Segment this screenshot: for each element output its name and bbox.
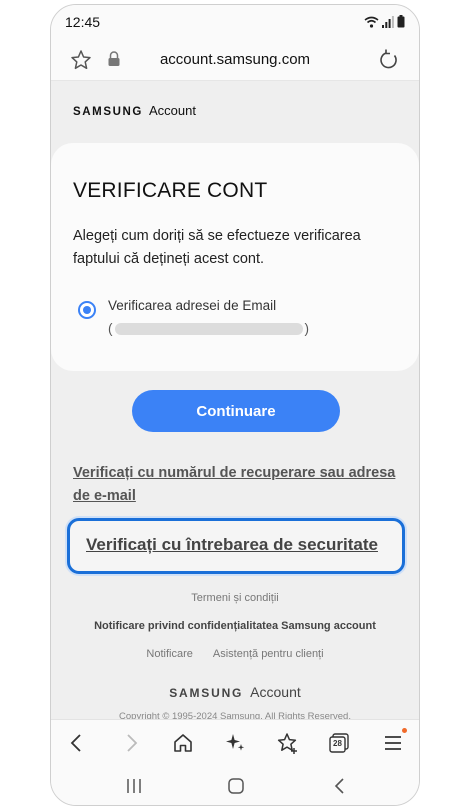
- web-content: SAMSUNG Account VERIFICARE CONT Alegeți …: [51, 81, 419, 719]
- blurred-email: [114, 322, 303, 335]
- masked-email: ( ): [108, 321, 309, 336]
- verify-recovery-link[interactable]: Verificați cu numărul de recuperare sau …: [73, 462, 403, 508]
- browser-toolbar: 28: [51, 719, 419, 765]
- terms-link[interactable]: Termeni și condiții: [51, 592, 419, 604]
- back-nav-icon[interactable]: [329, 775, 351, 797]
- bookmarks-icon[interactable]: [275, 731, 299, 755]
- footer-links: Notificare Asistență pentru clienți: [51, 648, 419, 660]
- security-question-highlight: Verificați cu întrebarea de securitate: [67, 518, 405, 574]
- tabs-count: 28: [333, 739, 342, 748]
- status-icons: [364, 15, 405, 28]
- back-icon[interactable]: [65, 731, 89, 755]
- verify-security-question-link[interactable]: Verificați cu întrebarea de securitate: [86, 535, 378, 555]
- address-bar: account.samsung.com: [51, 39, 419, 81]
- status-time: 12:45: [65, 14, 101, 30]
- menu-icon: [385, 736, 401, 750]
- samsung-account-logo: SAMSUNG Account: [73, 103, 196, 118]
- battery-icon: [397, 15, 405, 28]
- home-icon[interactable]: [171, 731, 195, 755]
- url-text[interactable]: account.samsung.com: [51, 51, 419, 68]
- notification-dot: [402, 728, 407, 733]
- footer-brand-wordmark: SAMSUNG: [169, 686, 244, 700]
- radio-selected-dot: [83, 306, 91, 314]
- copyright-text: Copyright © 1995-2024 Samsung. All Right…: [119, 711, 351, 719]
- phone-frame: 12:45 account.samsung.com SAMSUNG Accoun…: [50, 4, 420, 806]
- masked-open-paren: (: [108, 321, 113, 336]
- signal-icon: [382, 16, 394, 28]
- page-title: VERIFICARE CONT: [73, 179, 268, 202]
- recent-apps-icon[interactable]: [123, 775, 145, 797]
- notice-link[interactable]: Notificare: [146, 648, 192, 660]
- system-nav-bar: [51, 765, 419, 805]
- email-verification-radio[interactable]: [78, 301, 96, 319]
- home-nav-icon[interactable]: [225, 775, 247, 797]
- masked-close-paren: ): [304, 321, 310, 336]
- footer-brand-account: Account: [250, 684, 301, 700]
- menu-button[interactable]: [381, 728, 407, 755]
- reload-icon[interactable]: [377, 48, 401, 72]
- forward-icon[interactable]: [119, 731, 143, 755]
- footer-samsung-logo: SAMSUNG Account: [51, 684, 419, 700]
- support-link[interactable]: Asistență pentru clienți: [213, 648, 324, 660]
- wifi-icon: [364, 16, 379, 28]
- brand-wordmark: SAMSUNG: [73, 106, 143, 118]
- card-description: Alegeți cum doriți să se efectueze verif…: [73, 228, 361, 267]
- tabs-button[interactable]: 28: [327, 731, 351, 755]
- continue-button[interactable]: Continuare: [132, 390, 340, 432]
- verification-card: VERIFICARE CONT Alegeți cum doriți să se…: [51, 143, 419, 371]
- brand-account: Account: [148, 103, 196, 118]
- status-bar: 12:45: [51, 5, 419, 39]
- sparkle-icon[interactable]: [223, 731, 247, 755]
- privacy-link[interactable]: Notificare privind confidențialitatea Sa…: [51, 620, 419, 632]
- email-verification-label[interactable]: Verificarea adresei de Email: [108, 298, 276, 313]
